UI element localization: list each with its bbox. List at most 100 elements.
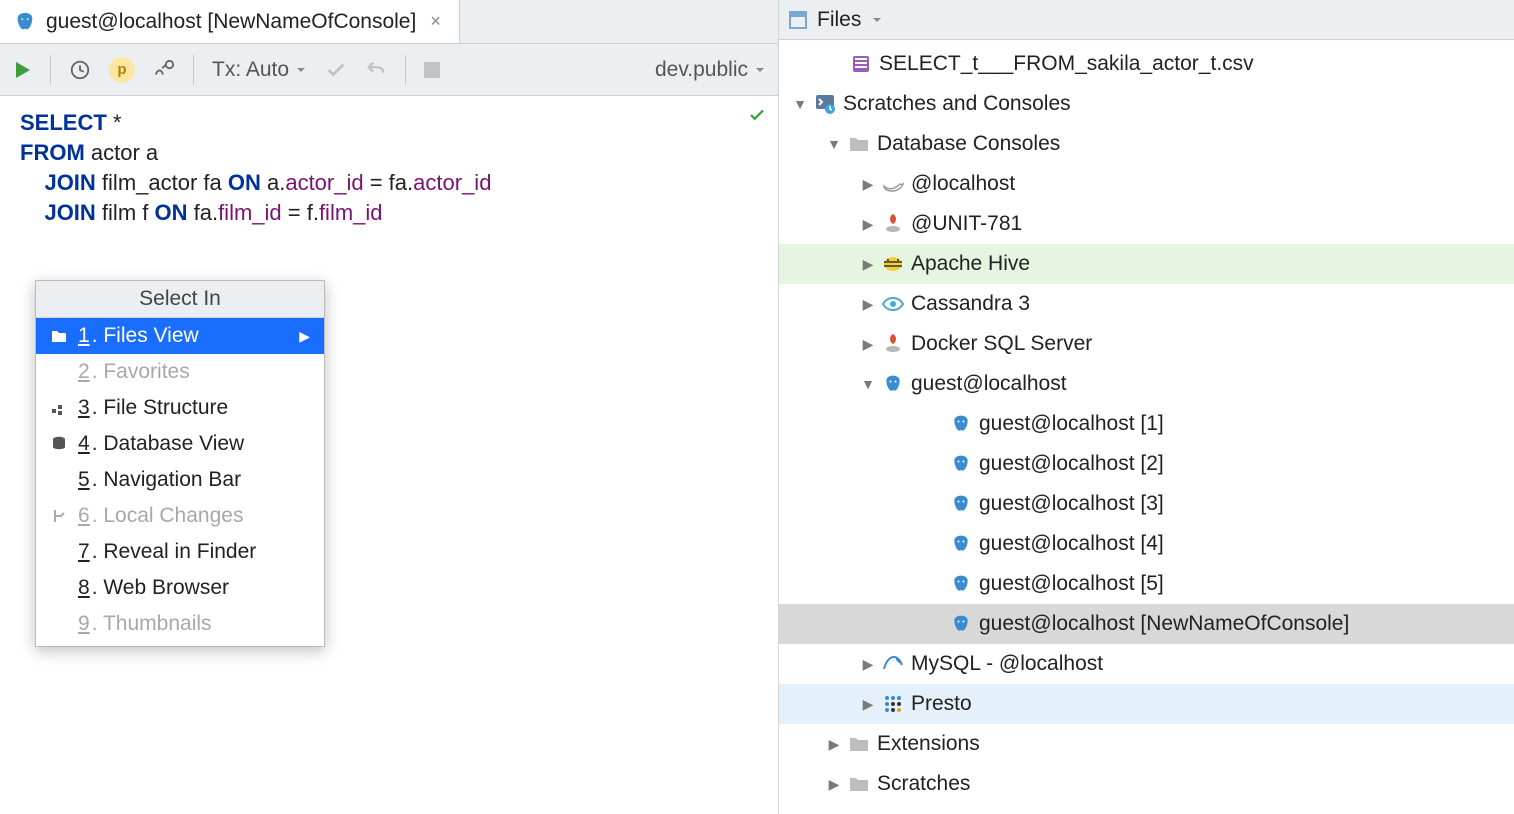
tree-item-label: Docker SQL Server bbox=[911, 332, 1092, 356]
folder-icon bbox=[847, 135, 871, 153]
tree-item[interactable]: SELECT_t___FROM_sakila_actor_t.csv bbox=[779, 44, 1514, 84]
pg-icon bbox=[949, 454, 973, 474]
popup-item-thumbnails: 9. Thumbnails bbox=[36, 606, 324, 642]
pg-icon bbox=[949, 574, 973, 594]
popup-item-web-browser[interactable]: 8. Web Browser bbox=[36, 570, 324, 606]
tree-item[interactable]: guest@localhost [4] bbox=[779, 524, 1514, 564]
disclosure-triangle-icon[interactable] bbox=[861, 256, 875, 273]
chevron-down-icon[interactable] bbox=[871, 14, 883, 26]
popup-item-navigation-bar[interactable]: 5. Navigation Bar bbox=[36, 462, 324, 498]
editor-tab[interactable]: guest@localhost [NewNameOfConsole] × bbox=[0, 0, 460, 43]
csv-icon bbox=[849, 54, 873, 74]
run-button[interactable] bbox=[12, 60, 32, 80]
tree-item-label: guest@localhost [1] bbox=[979, 412, 1164, 436]
disclosure-triangle-icon[interactable] bbox=[861, 176, 875, 193]
files-tool-window-header[interactable]: Files bbox=[779, 0, 1514, 40]
tool-window-icon bbox=[789, 11, 807, 29]
tree-item[interactable]: guest@localhost [NewNameOfConsole] bbox=[779, 604, 1514, 644]
tree-item-label: Scratches and Consoles bbox=[843, 92, 1071, 116]
separator bbox=[193, 55, 194, 85]
popup-item-file-structure[interactable]: 3. File Structure bbox=[36, 390, 324, 426]
presto-icon bbox=[881, 694, 905, 714]
struct-icon bbox=[50, 401, 68, 415]
tree-item[interactable]: @UNIT-781 bbox=[779, 204, 1514, 244]
transaction-mode-dropdown[interactable]: Tx: Auto bbox=[212, 58, 307, 82]
hive-icon bbox=[881, 255, 905, 273]
tree-item[interactable]: Cassandra 3 bbox=[779, 284, 1514, 324]
branch-icon bbox=[50, 508, 68, 524]
tree-item[interactable]: Apache Hive bbox=[779, 244, 1514, 284]
select-in-popup: Select In 1. Files View▶2. Favorites3. F… bbox=[35, 280, 325, 647]
tree-item-label: Extensions bbox=[877, 732, 980, 756]
tree-item-label: guest@localhost [2] bbox=[979, 452, 1164, 476]
tree-item-label: Apache Hive bbox=[911, 252, 1030, 276]
tree-item-label: guest@localhost [4] bbox=[979, 532, 1164, 556]
popup-title: Select In bbox=[36, 281, 324, 318]
tree-item[interactable]: guest@localhost bbox=[779, 364, 1514, 404]
separator bbox=[405, 55, 406, 85]
tree-item-label: Presto bbox=[911, 692, 972, 716]
disclosure-triangle-icon[interactable] bbox=[827, 736, 841, 753]
tree-item[interactable]: Presto bbox=[779, 684, 1514, 724]
tree-item[interactable]: guest@localhost [3] bbox=[779, 484, 1514, 524]
rollback-button[interactable] bbox=[365, 59, 387, 81]
pg-icon bbox=[949, 534, 973, 554]
schema-dropdown[interactable]: dev.public bbox=[655, 58, 766, 82]
stop-button[interactable] bbox=[424, 62, 440, 78]
separator bbox=[50, 55, 51, 85]
folder-icon bbox=[50, 329, 68, 343]
tree-item-label: @localhost bbox=[911, 172, 1015, 196]
tree-item[interactable]: Scratches and Consoles bbox=[779, 84, 1514, 124]
disclosure-triangle-icon[interactable] bbox=[861, 336, 875, 353]
sql-editor[interactable]: SELECT * FROM actor a JOIN film_actor fa… bbox=[0, 96, 778, 240]
editor-tab-bar: guest@localhost [NewNameOfConsole] × bbox=[0, 0, 778, 44]
files-panel-title: Files bbox=[817, 8, 861, 32]
tree-item[interactable]: guest@localhost [1] bbox=[779, 404, 1514, 444]
tree-item[interactable]: Scratches bbox=[779, 764, 1514, 804]
disclosure-triangle-icon[interactable] bbox=[861, 216, 875, 233]
popup-item-files-view[interactable]: 1. Files View▶ bbox=[36, 318, 324, 354]
disclosure-triangle-icon[interactable] bbox=[861, 296, 875, 313]
tree-item[interactable]: guest@localhost [2] bbox=[779, 444, 1514, 484]
pg-icon bbox=[949, 494, 973, 514]
db-icon bbox=[50, 436, 68, 452]
editor-tab-title: guest@localhost [NewNameOfConsole] bbox=[46, 10, 416, 34]
popup-item-reveal-in-finder[interactable]: 7. Reveal in Finder bbox=[36, 534, 324, 570]
disclosure-triangle-icon[interactable] bbox=[793, 96, 807, 112]
inspection-ok-icon bbox=[748, 106, 766, 124]
tree-item[interactable]: Extensions bbox=[779, 724, 1514, 764]
term-icon bbox=[813, 94, 837, 114]
tree-item[interactable]: MySQL - @localhost bbox=[779, 644, 1514, 684]
tree-item-label: SELECT_t___FROM_sakila_actor_t.csv bbox=[879, 52, 1254, 76]
sqlsrv-icon bbox=[881, 214, 905, 234]
disclosure-triangle-icon[interactable] bbox=[861, 656, 875, 673]
close-tab-icon[interactable]: × bbox=[426, 11, 445, 32]
eye-icon bbox=[881, 297, 905, 311]
tree-item-label: @UNIT-781 bbox=[911, 212, 1022, 236]
disclosure-triangle-icon[interactable] bbox=[861, 696, 875, 713]
tree-item[interactable]: guest@localhost [5] bbox=[779, 564, 1514, 604]
pg-icon bbox=[949, 414, 973, 434]
tree-item-label: guest@localhost [5] bbox=[979, 572, 1164, 596]
popup-item-favorites: 2. Favorites bbox=[36, 354, 324, 390]
disclosure-triangle-icon[interactable] bbox=[827, 776, 841, 793]
folder-icon bbox=[847, 735, 871, 753]
popup-item-database-view[interactable]: 4. Database View bbox=[36, 426, 324, 462]
pg-icon bbox=[949, 614, 973, 634]
in-console-badge[interactable]: p bbox=[109, 57, 135, 83]
disclosure-triangle-icon[interactable] bbox=[827, 136, 841, 152]
tree-item[interactable]: @localhost bbox=[779, 164, 1514, 204]
settings-button[interactable] bbox=[153, 59, 175, 81]
mysql-icon bbox=[881, 655, 905, 673]
postgres-icon bbox=[14, 11, 36, 33]
history-button[interactable] bbox=[69, 59, 91, 81]
tree-item[interactable]: Database Consoles bbox=[779, 124, 1514, 164]
commit-button[interactable] bbox=[325, 59, 347, 81]
tree-item-label: Database Consoles bbox=[877, 132, 1060, 156]
tree-item[interactable]: Docker SQL Server bbox=[779, 324, 1514, 364]
tree-item-label: Scratches bbox=[877, 772, 970, 796]
folder-icon bbox=[847, 775, 871, 793]
popup-item-local-changes: 6. Local Changes bbox=[36, 498, 324, 534]
file-tree[interactable]: SELECT_t___FROM_sakila_actor_t.csv Scratc… bbox=[779, 40, 1514, 804]
disclosure-triangle-icon[interactable] bbox=[861, 376, 875, 392]
